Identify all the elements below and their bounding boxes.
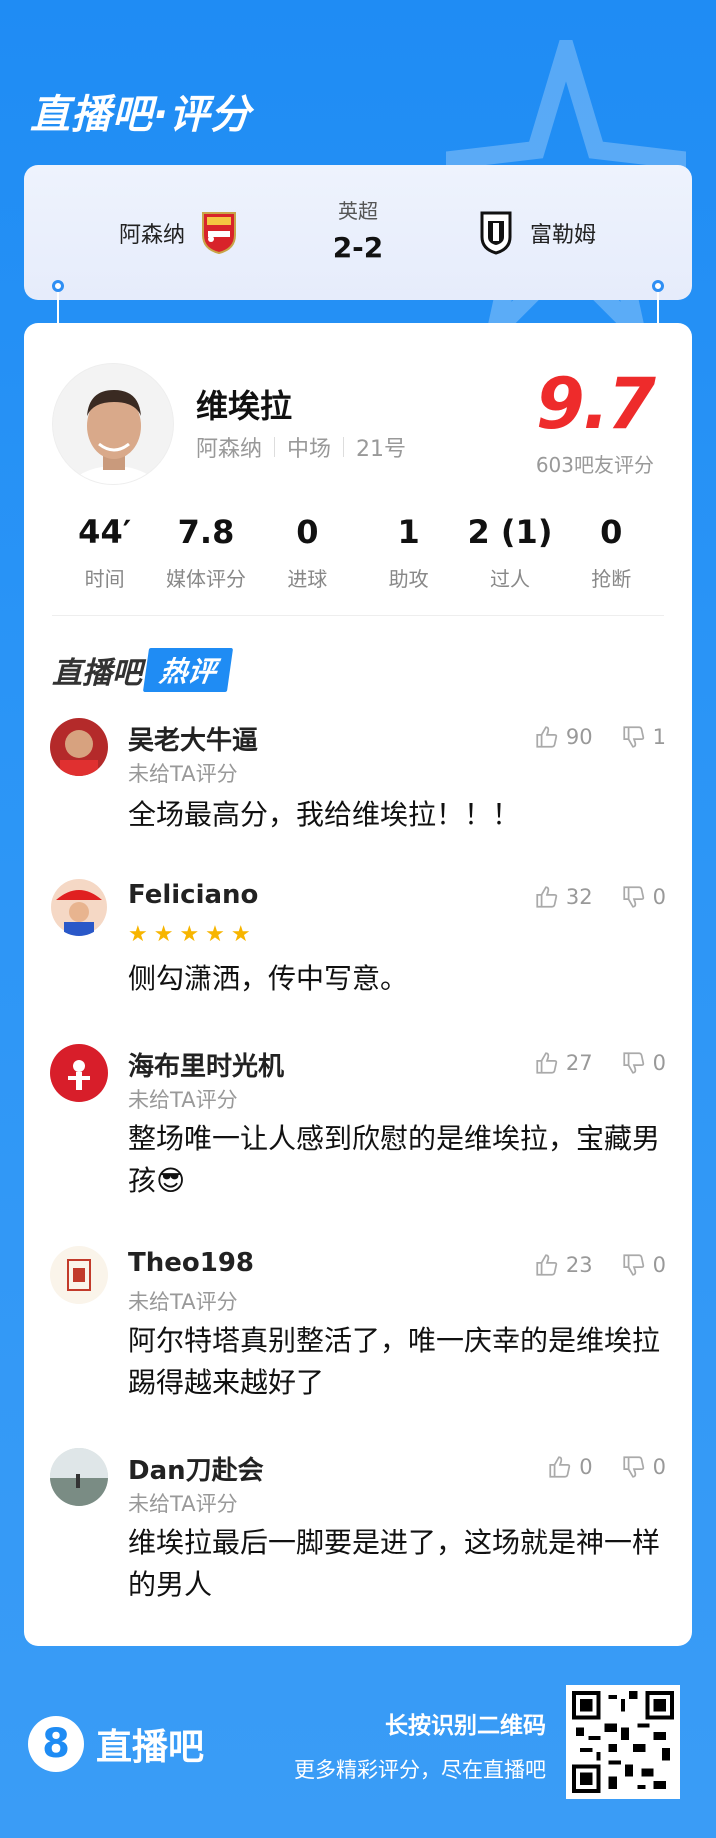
stat-item: 1 助攻 — [388, 513, 429, 591]
fulham-crest-icon — [480, 211, 512, 255]
comment-item: Theo198 未给TA评分 23 0 阿尔特塔真别整活了，唯一庆幸的是维埃拉踢… — [50, 1246, 666, 1406]
dislike-count: 1 — [652, 725, 666, 749]
match-card[interactable]: 阿森纳 英超 2-2 富勒姆 — [24, 165, 692, 300]
player-position: 中场 — [287, 437, 332, 462]
like-count: 32 — [565, 885, 593, 909]
like-button[interactable]: 23 — [534, 1252, 593, 1278]
player-rating: 9.7 — [535, 363, 656, 445]
away-team[interactable]: 富勒姆 — [476, 211, 596, 255]
dislike-button[interactable]: 0 — [621, 1050, 666, 1076]
user-avatar[interactable] — [50, 1044, 108, 1102]
player-avatar[interactable] — [52, 363, 174, 485]
thumbs-down-icon — [623, 726, 644, 748]
comment-reactions: 32 0 — [534, 884, 666, 910]
comment-reactions: 0 0 — [547, 1454, 666, 1480]
like-button[interactable]: 0 — [547, 1454, 593, 1480]
comment-username[interactable]: Theo198 — [128, 1248, 254, 1278]
user-avatar[interactable] — [50, 878, 108, 936]
comment-item: 海布里时光机 未给TA评分 27 0 整场唯一让人感到欣慰的是维埃拉，宝藏男孩😎 — [50, 1044, 666, 1204]
dislike-button[interactable]: 0 — [621, 1252, 666, 1278]
dislike-count: 0 — [652, 1455, 666, 1479]
thumbs-down-icon — [623, 1254, 644, 1276]
like-count: 90 — [565, 725, 593, 749]
brand-logo-icon: 8 — [28, 1716, 84, 1772]
comment-text: 维埃拉最后一脚要是进了，这场就是神一样的男人 — [128, 1526, 661, 1601]
user-avatar[interactable] — [50, 1246, 108, 1304]
divider — [52, 615, 664, 616]
player-stats: 44′ 时间 7.8 媒体评分 0 进球 1 助攻 2 (1) 过人 0 抢断 — [54, 513, 662, 592]
comment-username[interactable]: 海布里时光机 — [128, 1046, 284, 1083]
qr-code[interactable] — [566, 1685, 680, 1799]
like-button[interactable]: 32 — [534, 884, 593, 910]
stat-item: 0 进球 — [287, 513, 328, 591]
dislike-button[interactable]: 0 — [621, 1454, 666, 1480]
comment-text: 侧勾潇洒，传中写意。 — [128, 962, 409, 995]
comment-rating-status: 未给TA评分 — [128, 762, 238, 786]
comment-text: 阿尔特塔真别整活了，唯一庆幸的是维埃拉踢得越来越好了 — [128, 1324, 661, 1399]
stat-item: 44′ 时间 — [78, 513, 132, 591]
player-name: 维埃拉 — [196, 387, 293, 425]
comment-reactions: 23 0 — [534, 1252, 666, 1278]
brand-logo-text: 直播吧 — [96, 1727, 205, 1768]
player-number: 21号 — [356, 437, 407, 462]
rating-count: 603吧友评分 — [535, 453, 654, 477]
like-button[interactable]: 27 — [534, 1050, 593, 1076]
player-meta: 阿森纳 中场 21号 — [196, 431, 406, 463]
user-avatar[interactable] — [50, 1448, 108, 1506]
comment-reactions: 27 0 — [534, 1050, 666, 1076]
comment-rating-status: 未给TA评分 — [128, 1290, 238, 1314]
player-rating-card: 维埃拉 阿森纳 中场 21号 9.7 603吧友评分 44′ 时间 7.8 媒体评分… — [24, 323, 692, 1646]
comment-text: 全场最高分，我给维埃拉！！！ — [128, 798, 521, 831]
dislike-button[interactable]: 0 — [621, 884, 666, 910]
comment-item: Feliciano ★★★★★ 32 0 侧勾潇洒，传中写意。 — [50, 878, 666, 998]
thumbs-up-icon — [536, 1052, 558, 1074]
thumbs-down-icon — [623, 886, 644, 908]
footer-logo: 8 直播吧 — [28, 1716, 204, 1772]
like-button[interactable]: 90 — [534, 724, 593, 750]
comment-item: 吴老大牛逼 未给TA评分 90 1 全场最高分，我给维埃拉！！！ — [50, 718, 666, 838]
thumbs-up-icon — [549, 1456, 571, 1478]
hot-comments-heading: 直播吧 热评 — [52, 648, 234, 692]
comment-username[interactable]: Feliciano — [128, 880, 258, 910]
comment-text: 整场唯一让人感到欣慰的是维埃拉，宝藏男孩😎 — [128, 1122, 661, 1197]
like-count: 0 — [579, 1455, 593, 1479]
comment-username[interactable]: 吴老大牛逼 — [128, 720, 258, 757]
comment-item: Dan刀赴会 未给TA评分 0 0 维埃拉最后一脚要是进了，这场就是神一样的男人 — [50, 1448, 666, 1608]
hot-tag: 热评 — [142, 648, 234, 692]
dislike-count: 0 — [652, 885, 666, 909]
player-team: 阿森纳 — [196, 437, 263, 462]
thumbs-up-icon — [536, 886, 558, 908]
comment-reactions: 90 1 — [534, 724, 666, 750]
comment-rating-status: 未给TA评分 — [128, 1088, 238, 1112]
like-count: 27 — [565, 1051, 593, 1075]
thumbs-up-icon — [536, 1254, 558, 1276]
dislike-count: 0 — [652, 1051, 666, 1075]
dislike-button[interactable]: 1 — [621, 724, 666, 750]
stat-item: 2 (1) 过人 — [467, 513, 553, 591]
comment-username[interactable]: Dan刀赴会 — [128, 1450, 264, 1487]
thumbs-up-icon — [536, 726, 558, 748]
footer-qr-prompt: 长按识别二维码 — [385, 1713, 546, 1739]
stat-item: 0 抢断 — [591, 513, 632, 591]
away-team-name: 富勒姆 — [529, 223, 596, 248]
thumbs-down-icon — [623, 1456, 644, 1478]
comment-star-rating: ★★★★★ — [128, 922, 257, 947]
user-avatar[interactable] — [50, 718, 108, 776]
footer-tagline: 更多精彩评分，尽在直播吧 — [294, 1758, 546, 1782]
comment-rating-status: 未给TA评分 — [128, 1492, 238, 1516]
like-count: 23 — [565, 1253, 593, 1277]
dislike-count: 0 — [652, 1253, 666, 1277]
thumbs-down-icon — [623, 1052, 644, 1074]
page-title: 直播吧·评分 — [30, 92, 252, 138]
stat-item: 7.8 媒体评分 — [165, 513, 246, 591]
hot-brand: 直播吧 — [52, 656, 142, 691]
